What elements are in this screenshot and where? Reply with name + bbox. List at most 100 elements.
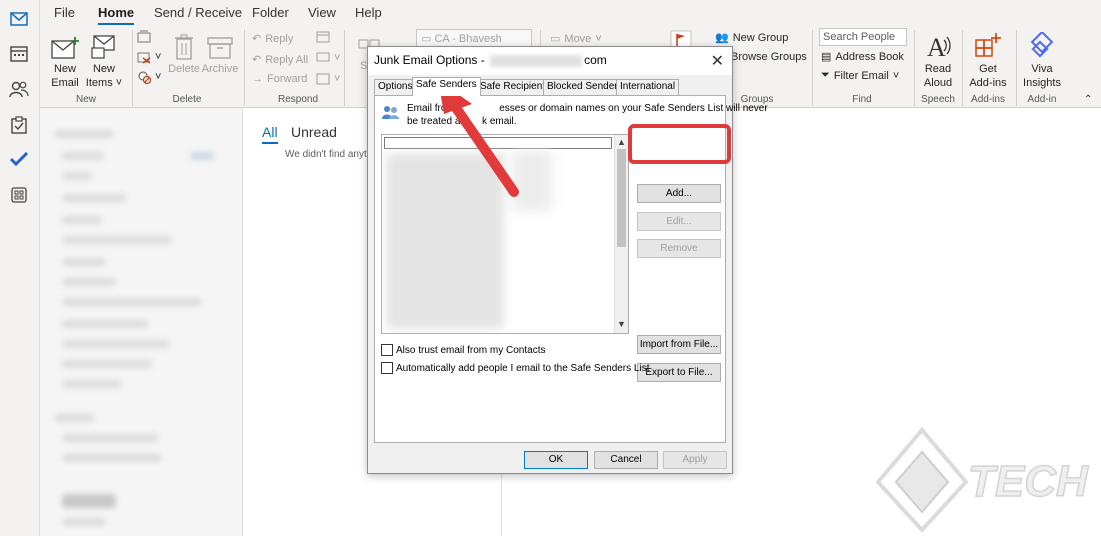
group-label-speech: Speech: [921, 94, 955, 105]
calendar-icon[interactable]: [8, 42, 30, 64]
dialog-tab-options[interactable]: Options: [374, 79, 417, 95]
safe-senders-people-icon: [381, 104, 401, 123]
mail-icon[interactable]: [8, 8, 30, 30]
add-button-highlight: [628, 124, 731, 164]
safe-senders-entry-input[interactable]: [384, 137, 612, 149]
export-to-file-button[interactable]: Export to File...: [637, 363, 721, 382]
group-people-icon: 👥: [715, 32, 729, 44]
outlook-window: File Home Send / Receive Folder View Hel…: [0, 0, 1101, 536]
viva-insights-button[interactable]: Viva Insights: [1020, 30, 1064, 90]
tab-help[interactable]: Help: [355, 5, 382, 20]
group-label-addins: Add-ins: [971, 94, 1005, 105]
group-label-new: New: [75, 94, 96, 105]
new-email-button[interactable]: New Email: [43, 30, 87, 90]
group-label-respond: Respond: [277, 94, 319, 105]
tab-folder[interactable]: Folder: [252, 5, 289, 20]
get-addins-label-1: Get: [979, 63, 997, 75]
scroll-down-icon[interactable]: ▼: [617, 319, 626, 329]
reply-button[interactable]: ↶ Reply: [252, 32, 293, 46]
im-button[interactable]: ˅: [316, 52, 340, 64]
filter-tab-unread[interactable]: Unread: [291, 124, 337, 140]
tasks-clipboard-icon[interactable]: [8, 114, 30, 136]
scroll-up-icon[interactable]: ▲: [617, 137, 626, 147]
auto-add-label: Automatically add people I email to the …: [396, 362, 650, 374]
dialog-tab-blocked-senders[interactable]: Blocked Senders: [543, 79, 627, 95]
dialog-tab-safe-senders[interactable]: Safe Senders: [412, 77, 481, 96]
safe-senders-list[interactable]: ▲ ▼: [381, 134, 629, 334]
address-book-icon: ▤: [821, 51, 832, 63]
blurred-folder-item: [190, 152, 214, 160]
ok-button[interactable]: OK: [524, 451, 588, 469]
more-respond-button[interactable]: ˅: [316, 73, 340, 85]
archive-button[interactable]: Archive: [198, 30, 242, 76]
filter-email-button[interactable]: ⏷ Filter Email ˅: [821, 69, 899, 82]
people-icon[interactable]: [8, 78, 30, 100]
tab-view[interactable]: View: [308, 5, 336, 20]
move-button[interactable]: ▭ Move ˅: [550, 32, 602, 46]
new-items-button[interactable]: New Items ˅: [82, 30, 126, 90]
menu-bar: File Home Send / Receive Folder View Hel…: [40, 0, 1101, 26]
get-addins-label-2: Add-ins: [969, 77, 1007, 89]
remove-button[interactable]: Remove: [637, 239, 721, 258]
dialog-close-button[interactable]: ✕: [711, 51, 724, 71]
read-aloud-button[interactable]: A Read Aloud: [916, 30, 960, 90]
blurred-folder-item: [62, 216, 102, 224]
add-button[interactable]: Add...: [637, 184, 721, 203]
blurred-folder-item: [62, 236, 172, 244]
browse-groups-button[interactable]: Browse Groups: [731, 51, 807, 63]
move-to-folder-dropdown[interactable]: ▭ CA - Bhavesh: [416, 29, 532, 47]
ribbon-separator: [132, 30, 133, 106]
group-label-delete: Delete: [172, 94, 202, 105]
group-label-addin: Add-in: [1027, 94, 1057, 105]
apps-grid-icon[interactable]: [8, 184, 30, 206]
archive-box-icon: [198, 30, 242, 60]
tab-file[interactable]: File: [54, 5, 75, 20]
import-from-file-button[interactable]: Import from File...: [637, 335, 721, 354]
list-scrollbar[interactable]: ▲ ▼: [614, 135, 628, 333]
todo-check-icon[interactable]: [8, 148, 30, 170]
get-addins-grid-icon: [966, 30, 1010, 60]
blurred-folder-item: [62, 194, 126, 202]
blurred-folder-item: [62, 518, 106, 526]
filter-tab-all[interactable]: All: [262, 124, 278, 144]
move-folder-icon: ▭: [550, 33, 561, 45]
tab-send-receive[interactable]: Send / Receive: [154, 5, 242, 20]
meeting-button[interactable]: [316, 31, 330, 43]
cancel-button[interactable]: Cancel: [594, 451, 658, 469]
cleanup-button[interactable]: ˅: [137, 50, 161, 64]
edit-button[interactable]: Edit...: [637, 212, 721, 231]
tab-home[interactable]: Home: [98, 5, 135, 25]
junk-button[interactable]: ˅: [137, 70, 161, 84]
viva-label-1: Viva: [1031, 63, 1053, 75]
forward-button[interactable]: → Forward: [252, 73, 307, 85]
reply-arrow-icon: ↶: [252, 33, 262, 45]
checkbox-box[interactable]: [381, 362, 393, 374]
reply-all-button[interactable]: ↶ Reply All: [252, 53, 308, 67]
blurred-folder-item: [62, 258, 106, 266]
search-people-input[interactable]: Search People: [819, 28, 907, 46]
dialog-title: Junk Email Options - com: [374, 53, 607, 67]
new-group-button[interactable]: 👥 New Group: [715, 31, 788, 45]
collapse-ribbon-icon[interactable]: ⌃: [1084, 94, 1092, 105]
trust-contacts-checkbox[interactable]: Also trust email from my Contacts: [381, 344, 545, 356]
blurred-folder-item: [54, 130, 114, 138]
ribbon-separator: [962, 30, 963, 106]
address-book-button[interactable]: ▤ Address Book: [821, 50, 904, 64]
scroll-thumb[interactable]: [617, 149, 626, 247]
auto-add-checkbox[interactable]: Automatically add people I email to the …: [381, 362, 649, 374]
junk-email-options-dialog: Junk Email Options - com ✕ Options Safe …: [367, 46, 768, 474]
new-email-label-2: Email: [51, 77, 79, 89]
app-nav-rail: [0, 0, 40, 536]
description-line-1: Email from esses or domain names on your…: [407, 103, 768, 114]
get-addins-button[interactable]: Get Add-ins: [966, 30, 1010, 90]
filter-funnel-icon: ⏷: [821, 69, 830, 81]
folder-pane: [40, 108, 243, 536]
svg-text:TECH: TECH: [968, 457, 1089, 506]
dialog-tab-international[interactable]: International: [616, 79, 680, 95]
checkbox-box[interactable]: [381, 344, 393, 356]
apply-button[interactable]: Apply: [663, 451, 727, 469]
blurred-folder-item: [54, 414, 94, 422]
ignore-button[interactable]: [137, 30, 151, 44]
blurred-folder-item: [62, 298, 202, 306]
new-items-icon: [82, 30, 126, 60]
